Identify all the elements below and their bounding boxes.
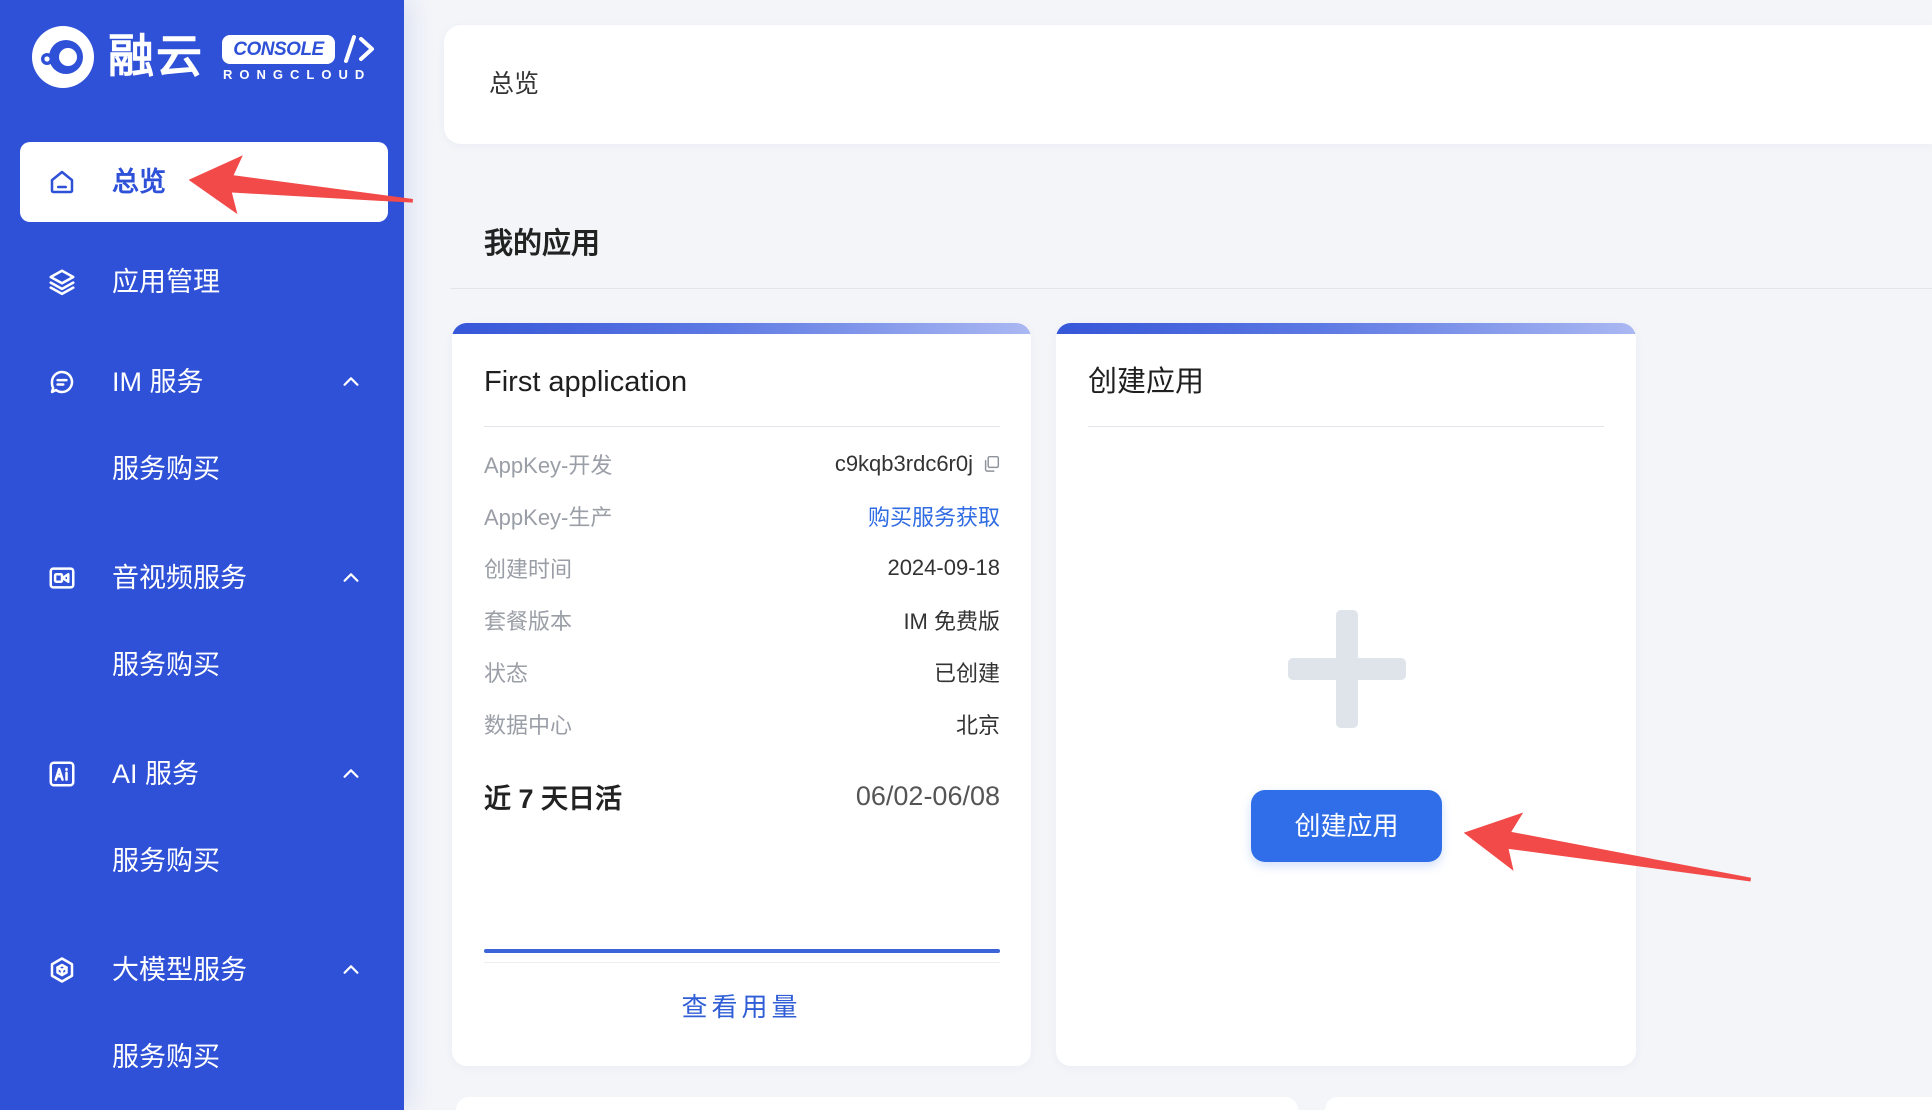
info-value: 2024-09-18: [887, 555, 1000, 580]
card-divider: [484, 426, 1000, 427]
info-row-status: 状态 已创建: [484, 646, 1000, 698]
sidebar-item-label: 总览: [112, 167, 166, 197]
card-accent-bar: [452, 323, 1031, 334]
info-label: 数据中心: [484, 713, 573, 738]
app-name: First application: [484, 366, 688, 398]
info-row-created-time: 创建时间 2024-09-18: [484, 542, 1000, 594]
ai-icon: [47, 759, 77, 789]
sidebar-subitem-im-purchase[interactable]: 服务购买: [20, 429, 388, 509]
rongcloud-logo-icon[interactable]: [31, 25, 95, 89]
sidebar-item-label: 大模型服务: [112, 955, 247, 985]
info-row-plan: 套餐版本 IM 免费版: [484, 594, 1000, 646]
sidebar-item-label: 服务购买: [112, 1042, 220, 1072]
sidebar-item-ai-service[interactable]: AI 服务: [20, 734, 388, 814]
info-row-appkey-prod: AppKey-生产 购买服务获取: [484, 490, 1000, 542]
info-label: 套餐版本: [484, 609, 573, 634]
sidebar-item-label: 应用管理: [112, 267, 220, 297]
info-value: IM 免费版: [903, 609, 1000, 634]
sidebar-item-av-service[interactable]: 音视频服务: [20, 538, 388, 618]
page-title: 总览: [489, 70, 540, 98]
info-row-appkey-dev: AppKey-开发 c9kqb3rdc6r0j: [484, 438, 1000, 490]
chevron-up-icon[interactable]: [340, 567, 362, 589]
chevron-up-icon[interactable]: [340, 371, 362, 393]
sidebar-item-app-management[interactable]: 应用管理: [20, 242, 388, 322]
sidebar-item-label: IM 服务: [112, 367, 204, 397]
appkey-dev-value: c9kqb3rdc6r0j: [834, 451, 973, 476]
sidebar-item-label: 服务购买: [112, 454, 220, 484]
copy-icon[interactable]: [982, 455, 1000, 473]
sidebar-item-im-service[interactable]: IM 服务: [20, 342, 388, 422]
sidebar: 融云 CONSOLE RONGCLOUD 总览 应用管理 IM 服务 服务购买 …: [0, 0, 404, 1110]
logo-subtitle: RONGCLOUD: [223, 67, 372, 82]
chevron-up-icon[interactable]: [340, 763, 362, 785]
sidebar-item-label: AI 服务: [112, 759, 200, 789]
next-card-peek: [456, 1097, 1298, 1110]
next-card-peek: [1325, 1097, 1932, 1110]
dau-chart-baseline: [484, 962, 1000, 963]
section-title-my-apps: 我的应用: [484, 228, 601, 260]
dau-chart-line: [484, 949, 1000, 953]
create-app-button[interactable]: 创建应用: [1251, 790, 1442, 862]
code-bracket-icon: [340, 33, 376, 65]
logo-name: 融云: [108, 29, 204, 83]
sidebar-item-overview[interactable]: 总览: [20, 142, 388, 222]
video-icon: [47, 563, 77, 593]
app-card: First application AppKey-开发 c9kqb3rdc6r0…: [452, 323, 1031, 1066]
card-accent-bar: [1056, 323, 1636, 334]
info-row-datacenter: 数据中心 北京: [484, 698, 1000, 750]
sidebar-subitem-ai-purchase[interactable]: 服务购买: [20, 821, 388, 901]
info-label: AppKey-生产: [484, 505, 613, 530]
sidebar-item-label: 服务购买: [112, 846, 220, 876]
chevron-up-icon[interactable]: [340, 959, 362, 981]
info-label: 创建时间: [484, 557, 573, 582]
page-header: 总览: [444, 25, 1932, 144]
info-value: c9kqb3rdc6r0j: [835, 451, 1000, 477]
chat-icon: [47, 367, 77, 397]
dau-label: 近 7 天日活: [484, 783, 623, 814]
sidebar-subitem-llm-purchase[interactable]: 服务购买: [20, 1017, 388, 1097]
buy-service-link[interactable]: 购买服务获取: [868, 500, 1000, 532]
status-value: 已创建: [933, 661, 1000, 686]
view-usage-button[interactable]: 查看用量: [452, 981, 1031, 1033]
info-value: 北京: [955, 713, 1000, 738]
sidebar-item-label: 服务购买: [112, 650, 220, 680]
sidebar-item-label: 音视频服务: [112, 563, 247, 593]
layers-icon: [47, 267, 77, 297]
info-label: AppKey-开发: [484, 453, 613, 478]
model-icon: [47, 955, 77, 985]
section-divider: [451, 288, 1932, 289]
sidebar-item-llm-service[interactable]: 大模型服务: [20, 930, 388, 1010]
logo-console-badge: CONSOLE: [222, 35, 335, 64]
plus-icon: [1288, 610, 1406, 728]
card-divider: [1088, 426, 1604, 427]
app-info-list: AppKey-开发 c9kqb3rdc6r0j AppKey-生产 购买服务获取…: [484, 438, 1000, 750]
dau-row: 近 7 天日活 06/02-06/08: [484, 770, 1000, 822]
home-icon: [47, 167, 77, 197]
create-app-card: 创建应用 创建应用: [1056, 323, 1636, 1066]
info-label: 状态: [484, 661, 529, 686]
create-card-title: 创建应用: [1088, 366, 1205, 398]
sidebar-subitem-av-purchase[interactable]: 服务购买: [20, 625, 388, 705]
dau-date-range: 06/02-06/08: [855, 780, 1000, 811]
